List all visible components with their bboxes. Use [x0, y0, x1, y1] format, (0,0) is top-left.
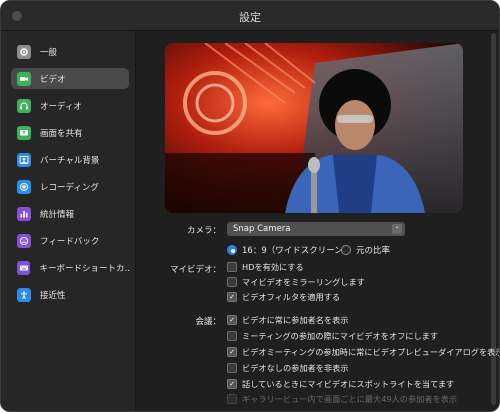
- sidebar-item-feedback[interactable]: フィードバック: [11, 230, 129, 251]
- sidebar-item-virtual-background[interactable]: バーチャル背景: [11, 149, 129, 170]
- checkbox[interactable]: [227, 331, 237, 341]
- checkbox-label: ビデオに常に参加者名を表示: [242, 315, 349, 325]
- checkbox-label: HDを有効にする: [242, 262, 304, 272]
- apply-video-filter-checkbox[interactable]: ✓ ビデオフィルタを適用する: [227, 291, 340, 303]
- show-participant-names-checkbox[interactable]: ✓ ビデオに常に参加者名を表示: [227, 314, 348, 326]
- sidebar-item-label: フィードバック: [40, 236, 100, 247]
- settings-sidebar: 一般 ビデオ オーディオ 画面を共有 バーチャル背景 レコーディング 統計情報 …: [1, 31, 136, 411]
- gallery-49-participants-checkbox: ギャラリービュー内で画面ごとに最大49人の参加者を表示: [227, 393, 457, 405]
- checkmark-icon[interactable]: ✓: [227, 315, 237, 325]
- camera-select-value: Snap Camera: [233, 224, 291, 234]
- show-video-preview-checkbox[interactable]: ✓ ビデオミーティングの参加時に常にビデオプレビューダイアログを表示: [227, 346, 500, 358]
- checkmark-icon[interactable]: ✓: [227, 292, 237, 302]
- hide-non-video-participants-checkbox[interactable]: ビデオなしの参加者を非表示: [227, 362, 348, 374]
- camera-select[interactable]: Snap Camera ⌃: [227, 222, 405, 236]
- checkbox[interactable]: [227, 277, 237, 287]
- checkbox[interactable]: [227, 262, 237, 272]
- checkbox: [227, 394, 237, 404]
- checkbox-label: ミーティングの参加の際にマイビデオをオフにします: [242, 331, 439, 341]
- checkmark-icon[interactable]: ✓: [227, 379, 237, 389]
- checkmark-icon[interactable]: ✓: [227, 347, 237, 357]
- my-video-label: マイビデオ：: [169, 265, 221, 275]
- radio-label: 16：9（ワイドスクリーン）: [242, 246, 352, 256]
- checkbox-label: ビデオフィルタを適用する: [242, 292, 341, 302]
- sidebar-item-video[interactable]: ビデオ: [11, 68, 129, 89]
- camera-label: カメラ：: [186, 226, 221, 236]
- sidebar-item-label: キーボードショートカ...: [39, 263, 129, 274]
- video-camera-icon: [17, 71, 31, 86]
- meeting-label: 会議：: [195, 317, 221, 327]
- sidebar-item-label: バーチャル背景: [40, 155, 100, 166]
- aspect-ratio-16-9-radio[interactable]: 16：9（ワイドスクリーン）: [227, 244, 351, 256]
- window-title: 設定: [239, 11, 261, 24]
- video-settings-panel: カメラ： Snap Camera ⌃ マイビデオ： 16：9（ワイドスクリーン）…: [137, 31, 499, 411]
- radio-button[interactable]: [227, 245, 237, 255]
- sidebar-item-keyboard-shortcuts[interactable]: キーボードショートカ...: [11, 257, 129, 278]
- checkbox-label: マイビデオをミラーリングします: [242, 277, 365, 287]
- sidebar-item-statistics[interactable]: 統計情報: [11, 203, 129, 224]
- checkbox[interactable]: [227, 363, 237, 373]
- smile-icon: [17, 233, 31, 248]
- record-icon: [17, 179, 31, 194]
- sidebar-item-label: 統計情報: [40, 209, 75, 220]
- title-bar: 設定: [1, 1, 499, 31]
- camera-preview: [165, 43, 463, 213]
- accessibility-icon: [17, 287, 31, 302]
- checkbox-label: 話しているときにマイビデオにスポットライトを当てます: [242, 379, 455, 389]
- sidebar-item-label: オーディオ: [40, 101, 82, 112]
- sidebar-item-recording[interactable]: レコーディング: [11, 176, 129, 197]
- mirror-video-checkbox[interactable]: マイビデオをミラーリングします: [227, 276, 365, 288]
- spotlight-my-video-checkbox[interactable]: ✓ 話しているときにマイビデオにスポットライトを当てます: [227, 378, 454, 390]
- checkbox-label: ギャラリービュー内で画面ごとに最大49人の参加者を表示: [242, 394, 458, 404]
- sidebar-item-accessibility[interactable]: 接近性: [11, 284, 129, 305]
- sidebar-item-general[interactable]: 一般: [11, 41, 129, 62]
- sidebar-item-share-screen[interactable]: 画面を共有: [11, 122, 129, 143]
- person-background-icon: [17, 152, 31, 167]
- enable-hd-checkbox[interactable]: HDを有効にする: [227, 261, 304, 273]
- keyboard-icon: [17, 260, 31, 275]
- settings-window: 設定 一般 ビデオ オーディオ 画面を共有 バーチャル背景 レコーディング 統計…: [0, 0, 500, 412]
- gear-icon: [17, 44, 31, 59]
- radio-label: 元の比率: [356, 246, 391, 256]
- sidebar-item-label: 一般: [40, 47, 58, 58]
- sidebar-item-label: ビデオ: [40, 74, 66, 85]
- chevron-updown-icon: ⌃: [392, 224, 402, 234]
- radio-button[interactable]: [341, 245, 351, 255]
- sidebar-item-label: 画面を共有: [40, 128, 83, 139]
- checkbox-label: ビデオミーティングの参加時に常にビデオプレビューダイアログを表示: [242, 347, 500, 357]
- turn-off-video-on-join-checkbox[interactable]: ミーティングの参加の際にマイビデオをオフにします: [227, 330, 438, 342]
- checkbox-label: ビデオなしの参加者を非表示: [242, 363, 349, 373]
- sidebar-item-audio[interactable]: オーディオ: [11, 95, 129, 116]
- headphones-icon: [17, 98, 31, 113]
- aspect-ratio-original-radio[interactable]: 元の比率: [341, 244, 390, 256]
- sidebar-item-label: レコーディング: [40, 182, 99, 193]
- share-screen-icon: [17, 125, 31, 140]
- sidebar-item-label: 接近性: [40, 290, 66, 301]
- bar-chart-icon: [17, 206, 31, 221]
